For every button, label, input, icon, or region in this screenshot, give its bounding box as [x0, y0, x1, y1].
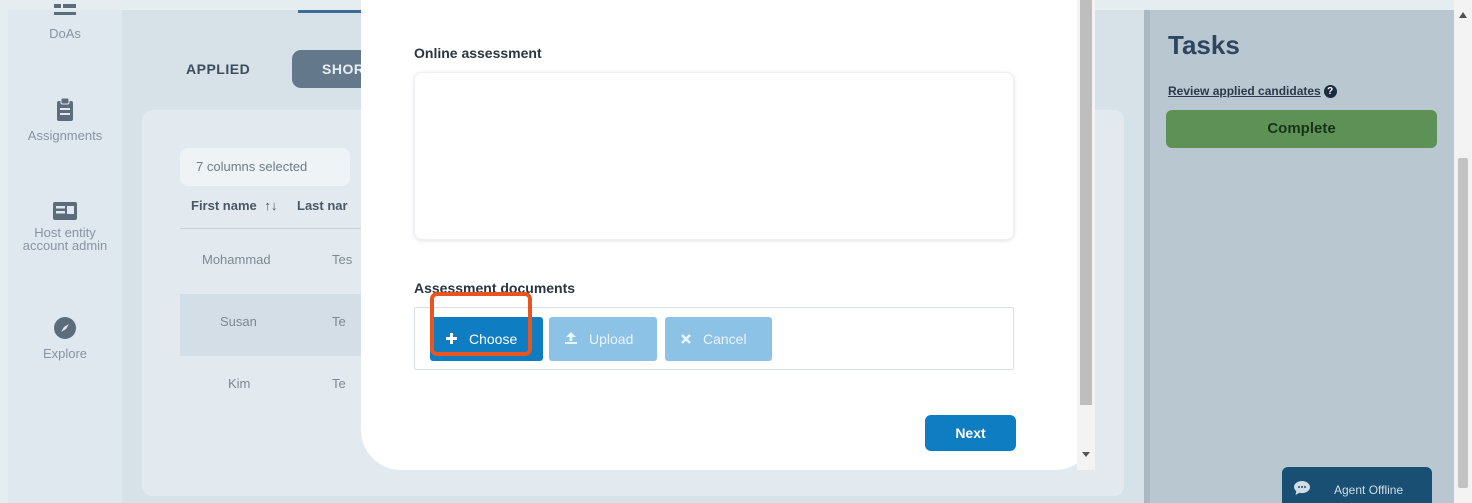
list-icon	[54, 4, 76, 15]
first-name-cell: Kim	[228, 376, 251, 391]
compass-icon	[54, 317, 76, 339]
nav-item-label: Explore	[42, 346, 88, 361]
review-applied-candidates-link[interactable]: Review applied candidates?	[1168, 84, 1337, 99]
tab-applied[interactable]: APPLIED	[186, 50, 250, 88]
nav-item-doas[interactable]: DoAs	[8, 4, 122, 41]
tasks-title: Tasks	[1168, 30, 1240, 60]
cancel-button-label: Cancel	[703, 331, 747, 347]
last-name-cell: Tes	[332, 252, 353, 267]
upload-button[interactable]: Upload	[549, 317, 657, 361]
nav-item-label: Host entity account admin	[22, 225, 108, 253]
nav-item-explore[interactable]: Explore	[8, 316, 122, 361]
last-name-header[interactable]: Last nar	[297, 198, 348, 213]
left-nav: DoAs Assignments Host entity account adm…	[8, 4, 122, 503]
upload-icon	[565, 317, 577, 361]
scroll-down-arrow-icon[interactable]	[1082, 452, 1090, 457]
first-name-cell: Mohammad	[202, 252, 271, 267]
help-icon[interactable]: ?	[1323, 85, 1337, 99]
table-row[interactable]: Susan Te	[180, 294, 380, 356]
first-name-header-label: First name	[191, 198, 257, 213]
cancel-button[interactable]: Cancel	[665, 317, 772, 361]
page-scrollbar-thumb[interactable]	[1458, 158, 1468, 488]
column-select[interactable]: 7 columns selected	[180, 148, 350, 186]
nav-item-host-entity[interactable]: Host entity account admin	[8, 202, 122, 252]
agent-offline-label: Agent Offline	[1334, 483, 1404, 497]
highlight-box	[430, 292, 532, 356]
complete-button[interactable]: Complete	[1166, 110, 1437, 148]
nav-item-assignments[interactable]: Assignments	[8, 98, 122, 143]
online-assessment-label: Online assessment	[414, 45, 542, 61]
nav-item-label: Assignments	[27, 128, 103, 143]
sort-icon[interactable]: ↑↓	[264, 198, 277, 213]
tasks-panel: Tasks Review applied candidates? Complet…	[1144, 10, 1454, 503]
app-window: DoAs Assignments Host entity account adm…	[0, 0, 1472, 503]
review-link-label: Review applied candidates	[1168, 84, 1321, 98]
table-row[interactable]: Mohammad Tes	[180, 232, 380, 294]
clipboard-icon	[57, 98, 73, 121]
chat-bubble-icon	[1294, 481, 1310, 495]
modal-scrollbar[interactable]	[1077, 0, 1095, 470]
page-scrollbar[interactable]	[1454, 0, 1472, 503]
nav-item-label: DoAs	[49, 26, 81, 41]
table-row[interactable]: Kim Te	[180, 356, 380, 418]
next-button[interactable]: Next	[925, 415, 1016, 451]
first-name-cell: Susan	[220, 314, 257, 329]
agent-offline-chat-button[interactable]: Agent Offline	[1282, 467, 1432, 503]
header-divider	[180, 228, 380, 229]
scroll-up-arrow-icon[interactable]	[1459, 12, 1467, 18]
x-icon	[681, 317, 691, 361]
upload-button-label: Upload	[589, 331, 634, 347]
online-assessment-textarea[interactable]	[414, 72, 1014, 240]
assessment-modal: Online assessment Assessment documents C…	[361, 0, 1095, 470]
last-name-cell: Te	[332, 376, 346, 391]
first-name-header[interactable]: First name ↑↓	[191, 198, 277, 213]
id-card-icon	[53, 202, 77, 220]
modal-scrollbar-thumb[interactable]	[1080, 0, 1092, 405]
last-name-cell: Te	[332, 314, 346, 329]
